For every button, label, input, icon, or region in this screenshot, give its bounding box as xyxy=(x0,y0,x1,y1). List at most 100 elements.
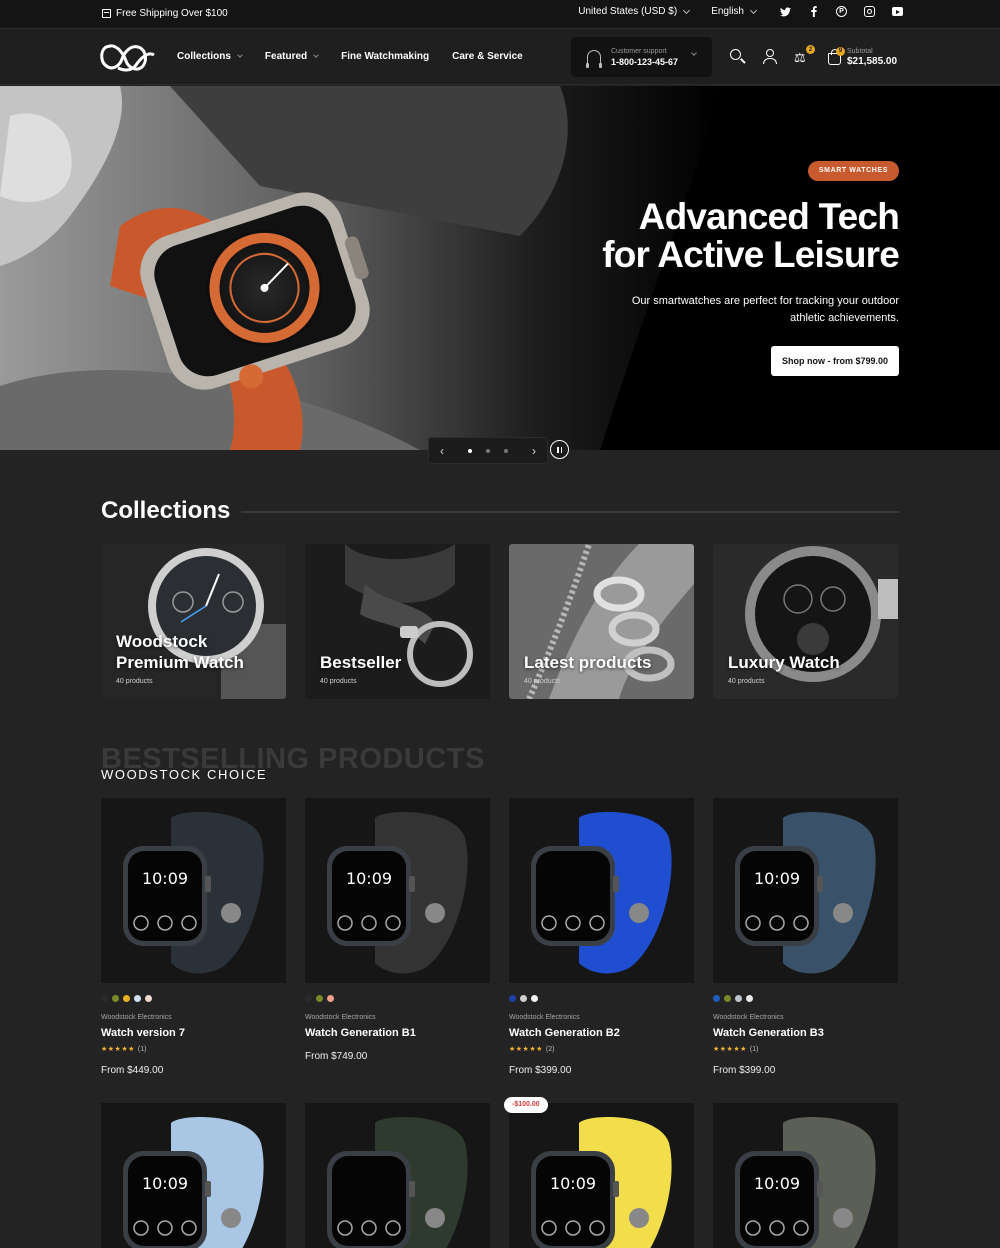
chevron-down-icon xyxy=(691,50,697,56)
youtube-icon[interactable] xyxy=(892,7,903,16)
product-card[interactable]: 10:09 Woodstock Electronics Watch Genera… xyxy=(713,798,898,1076)
product-name[interactable]: Watch Generation B3 xyxy=(713,1027,898,1039)
slider-controls: ‹ › xyxy=(428,437,548,464)
color-swatch[interactable] xyxy=(509,995,516,1002)
slider-dot[interactable] xyxy=(486,448,490,453)
collection-count: 40 products xyxy=(728,678,765,685)
product-image-wrap[interactable]: 10:09 xyxy=(305,798,490,983)
chevron-down-icon xyxy=(683,6,691,14)
product-price: From $399.00 xyxy=(713,1065,776,1076)
svg-text:10:09: 10:09 xyxy=(142,869,188,888)
compare-button[interactable]: ⚖ 2 xyxy=(794,45,815,65)
collection-card-luxury[interactable]: Luxury Watch 40 products xyxy=(713,544,898,699)
color-swatch[interactable] xyxy=(746,995,753,1002)
hero-title: Advanced Tech for Active Leisure xyxy=(602,196,900,274)
color-swatches xyxy=(713,995,898,1002)
color-swatch[interactable] xyxy=(316,995,323,1002)
currency-selector[interactable]: United States (USD $) xyxy=(578,6,691,17)
color-swatch[interactable] xyxy=(123,995,130,1002)
collection-name-line2: Premium Watch xyxy=(116,653,244,672)
cart-button[interactable]: 9 Subtotal $21,585.00 xyxy=(827,46,897,67)
product-rating: ★★★★★ (2) xyxy=(509,1045,694,1054)
support-phone: 1-800-123-45-67 xyxy=(611,56,679,67)
product-card[interactable]: 10:09 xyxy=(101,1103,286,1248)
color-swatch[interactable] xyxy=(101,995,108,1002)
color-swatch[interactable] xyxy=(520,995,527,1002)
product-name[interactable]: Watch version 7 xyxy=(101,1027,286,1039)
product-image-wrap[interactable]: 10:09 xyxy=(713,798,898,983)
color-swatch[interactable] xyxy=(724,995,731,1002)
nav-care-service[interactable]: Care & Service xyxy=(452,51,523,62)
product-card[interactable]: 10:09 Woodstock Electronics Watch Genera… xyxy=(305,798,490,1062)
product-name[interactable]: Watch Generation B2 xyxy=(509,1027,694,1039)
compare-count-badge: 2 xyxy=(806,45,815,54)
color-swatch[interactable] xyxy=(735,995,742,1002)
product-image-wrap[interactable]: 10:09 xyxy=(101,1103,286,1248)
scale-icon: ⚖ xyxy=(794,50,806,65)
language-selector[interactable]: English xyxy=(711,6,758,17)
product-image-wrap[interactable]: 10:09 xyxy=(509,1103,694,1248)
nav-featured[interactable]: Featured xyxy=(264,51,319,62)
collection-name-line2: Luxury Watch xyxy=(728,653,840,672)
product-card[interactable]: Woodstock Electronics Watch Generation B… xyxy=(509,798,694,1076)
slider-pause-button[interactable] xyxy=(550,440,569,459)
twitter-icon[interactable] xyxy=(780,6,791,17)
product-image: 10:09 xyxy=(713,798,898,983)
product-card[interactable]: 10:09 xyxy=(509,1103,694,1248)
product-name[interactable]: Watch Generation B1 xyxy=(305,1027,490,1039)
svg-text:10:09: 10:09 xyxy=(754,1174,800,1193)
subtotal-label: Subtotal xyxy=(847,48,873,55)
svg-text:10:09: 10:09 xyxy=(550,1174,596,1193)
product-image xyxy=(305,1103,490,1248)
color-swatch[interactable] xyxy=(134,995,141,1002)
product-card[interactable]: 10:09 Woodstock Electronics Watch versio… xyxy=(101,798,286,1076)
product-rating: ★★★★★ (1) xyxy=(713,1045,898,1054)
collections-heading: Collections xyxy=(101,497,231,524)
product-vendor: Woodstock Electronics xyxy=(101,1014,172,1021)
pinterest-icon[interactable]: P xyxy=(836,6,847,17)
product-image-wrap[interactable] xyxy=(509,798,694,983)
color-swatch[interactable] xyxy=(112,995,119,1002)
color-swatch[interactable] xyxy=(327,995,334,1002)
color-swatch[interactable] xyxy=(713,995,720,1002)
free-shipping-notice: Free Shipping Over $100 xyxy=(102,8,228,19)
product-image-wrap[interactable]: 10:09 xyxy=(713,1103,898,1248)
slider-dots xyxy=(455,448,521,453)
collection-name-line2: Bestseller xyxy=(320,653,402,672)
collection-card-latest[interactable]: Latest products 40 products xyxy=(509,544,694,699)
chevron-right-icon[interactable]: › xyxy=(521,444,547,458)
product-card[interactable] xyxy=(305,1103,490,1248)
nav-collections[interactable]: Collections xyxy=(177,51,243,62)
customer-support-dropdown[interactable]: Customer support 1-800-123-45-67 xyxy=(571,37,712,77)
product-image: 10:09 xyxy=(101,1103,286,1248)
product-image-wrap[interactable] xyxy=(305,1103,490,1248)
brand-logo[interactable] xyxy=(100,41,156,73)
headset-icon xyxy=(586,50,602,68)
product-image-wrap[interactable]: 10:09 xyxy=(101,798,286,983)
hero-title-line1: Advanced Tech xyxy=(638,196,900,237)
facebook-icon[interactable] xyxy=(808,6,819,17)
collection-card-bestseller[interactable]: Bestseller 40 products xyxy=(305,544,490,699)
collection-card-premium[interactable]: Woodstock Premium Watch 40 products xyxy=(101,544,286,699)
heading-divider xyxy=(241,511,899,513)
product-image: 10:09 xyxy=(713,1103,898,1248)
product-image xyxy=(509,798,694,983)
svg-text:10:09: 10:09 xyxy=(754,869,800,888)
instagram-icon[interactable] xyxy=(864,6,875,17)
nav-fine-watchmaking[interactable]: Fine Watchmaking xyxy=(341,51,429,62)
collection-name-line2: Latest products xyxy=(524,653,652,672)
chevron-left-icon[interactable]: ‹ xyxy=(429,444,455,458)
product-card[interactable]: 10:09 xyxy=(713,1103,898,1248)
account-button[interactable] xyxy=(762,49,778,65)
slider-dot[interactable] xyxy=(504,448,508,453)
nav-featured-label: Featured xyxy=(264,51,308,62)
svg-text:10:09: 10:09 xyxy=(346,869,392,888)
slider-dot[interactable] xyxy=(468,448,472,453)
color-swatch[interactable] xyxy=(531,995,538,1002)
search-button[interactable] xyxy=(730,49,746,65)
color-swatches xyxy=(509,995,694,1002)
color-swatch[interactable] xyxy=(145,995,152,1002)
hero-shop-now-button[interactable]: Shop now - from $799.00 xyxy=(771,346,899,376)
main-navigation: Collections Featured Fine Watchmaking Ca… xyxy=(177,51,523,62)
color-swatch[interactable] xyxy=(305,995,312,1002)
